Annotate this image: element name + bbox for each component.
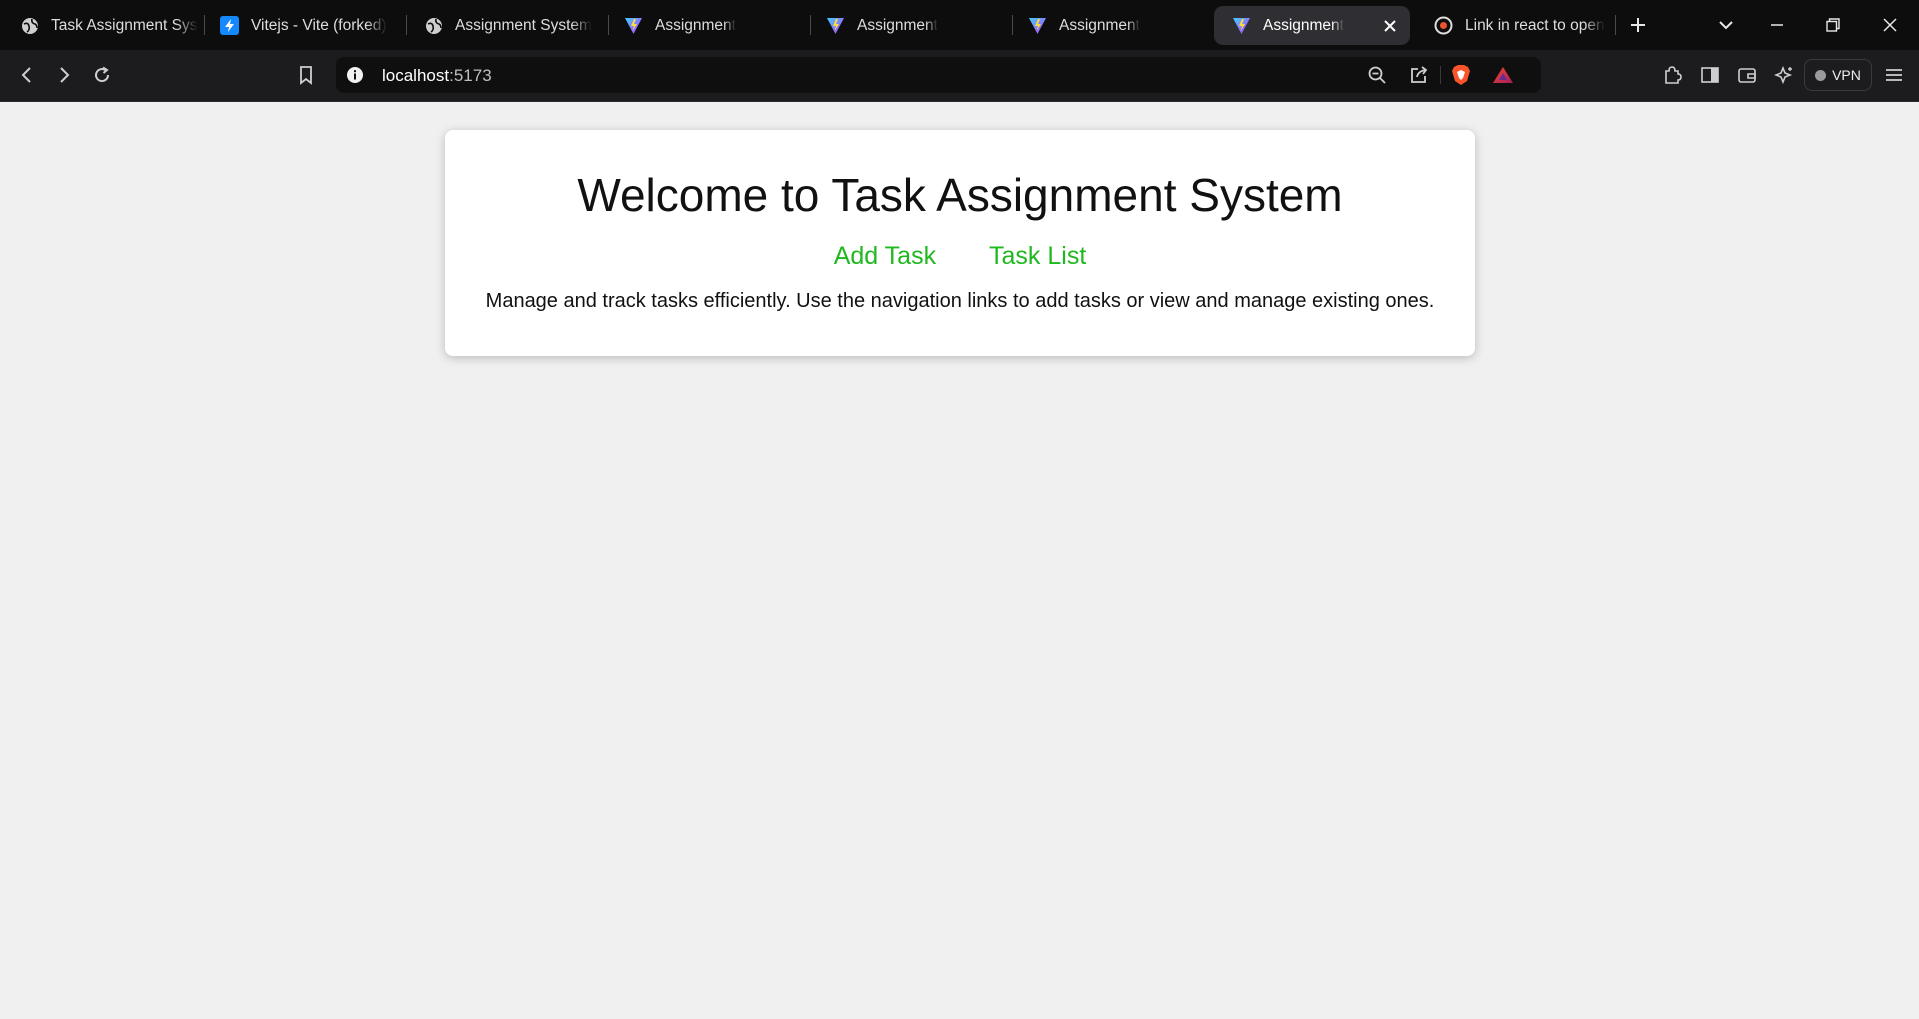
tab-label: Assignment [1263,16,1344,34]
vpn-status-icon [1815,69,1827,81]
tab-assignment-1[interactable]: Assignment [606,6,802,45]
tab-separator [1615,15,1616,35]
add-task-link[interactable]: Add Task [834,242,936,270]
close-tab-icon[interactable] [1382,18,1398,34]
tab-label: Assignment System [455,16,592,34]
zoom-out-icon[interactable] [1364,62,1390,88]
page-description: Manage and track tasks efficiently. Use … [485,290,1435,312]
menu-icon[interactable] [1881,62,1907,88]
tab-bar: Task Assignment System Vitejs - Vite (fo… [0,0,1919,50]
vite-icon [1028,16,1047,35]
task-list-link[interactable]: Task List [989,242,1086,270]
divider [1440,66,1441,84]
globe-icon [424,16,443,35]
browser-toolbar: localhost:5173 VPN [0,50,1919,102]
vpn-label: VPN [1832,67,1861,83]
globe-icon [20,16,39,35]
brave-shields-icon[interactable] [1448,62,1474,88]
vite-icon [624,16,643,35]
tab-label: Vitejs - Vite (forked) [251,16,387,34]
tab-label: Assignment [857,16,938,34]
tab-label: Assignment [655,16,736,34]
tab-stackoverflow[interactable]: Link in react to open [1416,6,1614,45]
restore-icon[interactable] [1821,13,1845,37]
sidebar-icon[interactable] [1697,62,1723,88]
tab-vitejs[interactable]: Vitejs - Vite (forked) [202,6,398,45]
back-icon[interactable] [14,62,40,88]
tab-label: Assignment [1059,16,1140,34]
url-host: localhost [382,66,450,85]
tab-task-assignment-system[interactable]: Task Assignment System [2,6,198,45]
site-info-icon[interactable] [342,62,368,88]
vite-icon [826,16,845,35]
close-window-icon[interactable] [1878,13,1902,37]
welcome-card: Welcome to Task Assignment System Add Ta… [445,130,1475,356]
share-icon[interactable] [1406,62,1432,88]
page-nav: Add Task Task List [445,242,1475,271]
vpn-button[interactable]: VPN [1804,59,1872,91]
vite-icon [1232,16,1251,35]
wallet-icon[interactable] [1734,62,1760,88]
tab-label: Link in react to open [1465,16,1605,34]
page-title: Welcome to Task Assignment System [577,169,1343,221]
address-bar[interactable]: localhost:5173 [336,57,1541,93]
tab-assignment-3[interactable]: Assignment [1010,6,1206,45]
tab-assignment-system[interactable]: Assignment System [406,6,602,45]
tab-label: Task Assignment System [51,16,198,34]
brave-rewards-icon[interactable] [1490,62,1516,88]
leo-ai-icon[interactable] [1771,62,1797,88]
stackblitz-icon [220,16,239,35]
stackoverflow-icon [1434,16,1453,35]
tab-assignment-active[interactable]: Assignment [1214,6,1410,45]
bookmark-icon[interactable] [293,62,319,88]
tab-assignment-2[interactable]: Assignment [808,6,1004,45]
extensions-icon[interactable] [1659,62,1685,88]
url-port: :5173 [449,66,492,85]
url-text[interactable]: localhost:5173 [382,66,492,86]
minimize-icon[interactable] [1765,13,1789,37]
forward-icon[interactable] [51,62,77,88]
tab-search-chevron-down-icon[interactable] [1714,13,1738,37]
new-tab-icon[interactable] [1626,13,1650,37]
reload-icon[interactable] [89,62,115,88]
